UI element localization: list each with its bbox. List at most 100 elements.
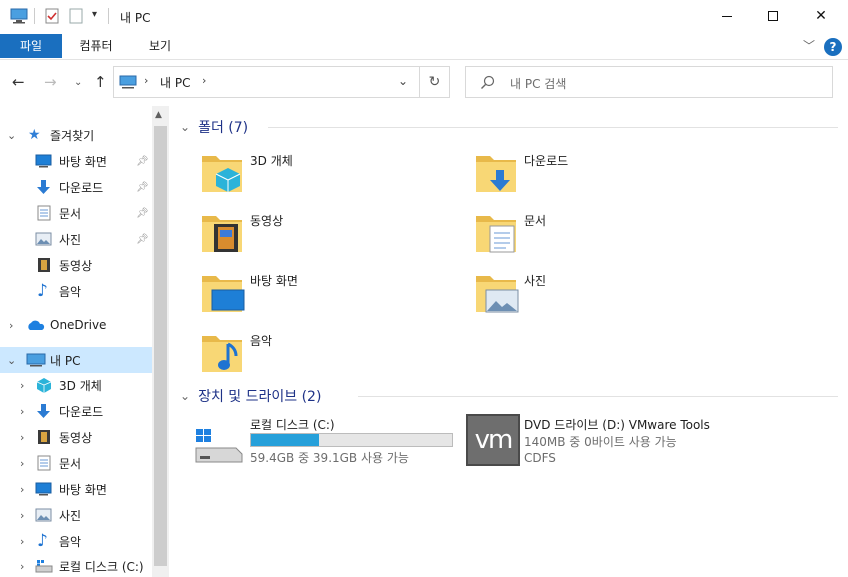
- local-disk-icon[interactable]: [194, 426, 244, 464]
- pin-icon[interactable]: 📌︎: [136, 234, 149, 245]
- folder-documents-icon[interactable]: [474, 210, 520, 254]
- chevron-right-icon[interactable]: ›: [20, 431, 24, 444]
- pin-icon[interactable]: 📌︎: [136, 182, 149, 193]
- help-icon[interactable]: ?: [824, 38, 842, 56]
- chevron-right-icon[interactable]: ›: [20, 379, 24, 392]
- drive-free-space: 59.4GB 중 39.1GB 사용 가능: [250, 451, 409, 465]
- nav-item-documents[interactable]: 문서 📌︎: [0, 200, 152, 226]
- nav-label: 동영상: [59, 258, 93, 273]
- devices-group-header[interactable]: ⌄ 장치 및 드라이브 (2): [180, 386, 321, 406]
- recent-locations-icon[interactable]: ⌄: [74, 77, 82, 88]
- chevron-down-icon[interactable]: ⌄: [7, 129, 16, 142]
- pictures-icon: [35, 232, 52, 246]
- tab-file[interactable]: 파일: [0, 34, 62, 58]
- up-icon[interactable]: ↑: [94, 73, 107, 91]
- tab-computer[interactable]: 컴퓨터: [66, 34, 126, 58]
- drive-name[interactable]: 로컬 디스크 (C:): [250, 416, 335, 433]
- chevron-right-icon[interactable]: ›: [20, 483, 24, 496]
- qat-customize-icon[interactable]: ▾: [92, 9, 97, 20]
- scroll-thumb[interactable]: [154, 126, 167, 566]
- nav-pc-downloads[interactable]: › 다운로드: [0, 398, 152, 424]
- nav-scrollbar[interactable]: ▲: [152, 106, 169, 577]
- drive-filesystem: CDFS: [524, 451, 556, 465]
- expand-ribbon-icon[interactable]: ﹀: [803, 37, 815, 54]
- close-button[interactable]: ✕: [798, 0, 844, 32]
- folder-music-icon[interactable]: [200, 330, 246, 376]
- pin-icon[interactable]: 📌︎: [136, 208, 149, 219]
- minimize-button[interactable]: [704, 0, 750, 32]
- nav-label: 즐겨찾기: [50, 128, 95, 143]
- breadcrumb-this-pc[interactable]: 내 PC: [160, 74, 190, 91]
- refresh-button[interactable]: ↻: [420, 66, 450, 98]
- nav-pc-music[interactable]: › ♪ 음악: [0, 528, 152, 554]
- nav-label: 3D 개체: [59, 378, 102, 393]
- tab-view[interactable]: 보기: [132, 34, 188, 58]
- search-icon: [481, 75, 495, 89]
- nav-label: 내 PC: [50, 353, 81, 368]
- folder-desktop-icon[interactable]: [200, 270, 246, 314]
- nav-onedrive[interactable]: › OneDrive: [0, 312, 152, 338]
- folder-videos-icon[interactable]: [200, 210, 246, 254]
- nav-item-music[interactable]: ♪ 음악: [0, 278, 152, 304]
- nav-label: 사진: [59, 232, 82, 247]
- drive-name[interactable]: DVD 드라이브 (D:) VMware Tools: [524, 416, 710, 433]
- chevron-right-icon[interactable]: ›: [20, 457, 24, 470]
- breadcrumb-separator-icon[interactable]: ›: [144, 74, 148, 87]
- scroll-up-icon[interactable]: ▲: [155, 110, 162, 120]
- nav-label: 문서: [59, 456, 82, 471]
- nav-pc-local-disk[interactable]: › 로컬 디스크 (C:): [0, 553, 152, 577]
- document-icon: [37, 455, 51, 471]
- nav-pc-videos[interactable]: › 동영상: [0, 424, 152, 450]
- search-placeholder: 내 PC 검색: [510, 77, 567, 91]
- nav-item-pictures[interactable]: 사진 📌︎: [0, 226, 152, 252]
- search-input[interactable]: 내 PC 검색: [465, 66, 833, 98]
- nav-label: 문서: [59, 206, 82, 221]
- pin-icon[interactable]: 📌︎: [136, 156, 149, 167]
- chevron-down-icon[interactable]: ⌄: [7, 354, 16, 367]
- breadcrumb-separator-icon[interactable]: ›: [202, 74, 206, 87]
- properties-icon[interactable]: [44, 8, 60, 24]
- vmware-logo-icon[interactable]: vm: [466, 414, 520, 466]
- nav-pc-3d-objects[interactable]: › 3D 개체: [0, 372, 152, 398]
- folder-label[interactable]: 다운로드: [524, 152, 568, 169]
- drive-icon: [35, 560, 53, 573]
- nav-item-downloads[interactable]: 다운로드 📌︎: [0, 174, 152, 200]
- ribbon: 파일 컴퓨터 보기 ﹀ ?: [0, 32, 848, 60]
- folder-label[interactable]: 음악: [250, 332, 272, 349]
- chevron-right-icon[interactable]: ›: [20, 405, 24, 418]
- chevron-right-icon[interactable]: ›: [20, 535, 24, 548]
- address-bar[interactable]: › 내 PC › ⌄: [113, 66, 420, 98]
- nav-this-pc[interactable]: ⌄ 내 PC: [0, 347, 152, 373]
- group-divider: [358, 396, 838, 397]
- cube-icon: [36, 378, 52, 393]
- folder-label[interactable]: 사진: [524, 272, 546, 289]
- computer-icon: [10, 8, 28, 24]
- folder-downloads-icon[interactable]: [474, 150, 520, 194]
- nav-item-videos[interactable]: 동영상: [0, 252, 152, 278]
- folders-group-header[interactable]: ⌄ 폴더 (7): [180, 117, 248, 137]
- chevron-right-icon[interactable]: ›: [20, 560, 24, 573]
- forward-icon[interactable]: →: [44, 73, 57, 91]
- download-icon: [37, 404, 50, 418]
- chevron-right-icon[interactable]: ›: [9, 319, 13, 332]
- nav-pc-pictures[interactable]: › 사진: [0, 502, 152, 528]
- folder-pictures-icon[interactable]: [474, 270, 520, 314]
- nav-item-desktop[interactable]: 바탕 화면 📌︎: [0, 148, 152, 174]
- back-icon[interactable]: ←: [12, 73, 25, 91]
- chevron-down-icon[interactable]: ⌄: [180, 120, 190, 134]
- folder-3d-icon[interactable]: [200, 150, 246, 194]
- nav-label: 로컬 디스크 (C:): [59, 559, 144, 574]
- folder-label[interactable]: 동영상: [250, 212, 283, 229]
- folder-label[interactable]: 3D 개체: [250, 152, 293, 169]
- chevron-down-icon[interactable]: ⌄: [180, 389, 190, 403]
- maximize-button[interactable]: [750, 0, 796, 32]
- address-dropdown-icon[interactable]: ⌄: [398, 74, 408, 88]
- chevron-right-icon[interactable]: ›: [20, 509, 24, 522]
- folder-label[interactable]: 바탕 화면: [250, 272, 298, 289]
- nav-pc-documents[interactable]: › 문서: [0, 450, 152, 476]
- folder-label[interactable]: 문서: [524, 212, 546, 229]
- new-folder-icon[interactable]: [68, 8, 84, 24]
- nav-label: 음악: [59, 284, 82, 299]
- nav-quick-access[interactable]: ⌄ ★ 즐겨찾기: [0, 122, 152, 148]
- nav-pc-desktop[interactable]: › 바탕 화면: [0, 476, 152, 502]
